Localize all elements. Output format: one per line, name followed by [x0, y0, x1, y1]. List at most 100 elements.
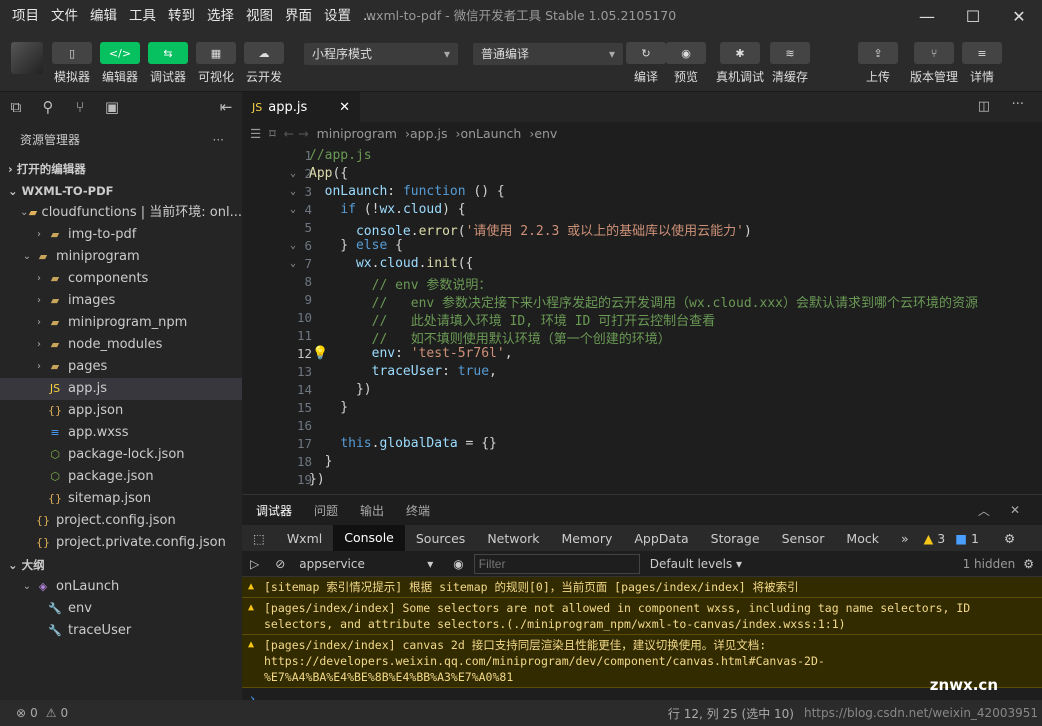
outline-item[interactable]: ⌄ ◈ onLaunch: [0, 576, 242, 598]
simulator-button[interactable]: ▯ 模拟器: [52, 42, 92, 85]
minimize-icon[interactable]: —: [904, 0, 950, 32]
error-icon[interactable]: ⊗: [0, 706, 26, 720]
tab-app-js[interactable]: JS app.js ✕: [242, 92, 360, 122]
context-select[interactable]: appservice ▾: [293, 557, 443, 571]
devtool-tab[interactable]: Console: [333, 525, 405, 551]
levels-select[interactable]: Default levels ▾: [640, 557, 752, 571]
tree-item[interactable]: ⌄ ▰ cloudfunctions | 当前环境: onl...: [0, 202, 242, 224]
clear-cache-button[interactable]: ≋ 清缓存: [770, 42, 810, 85]
visual-button[interactable]: ▦ 可视化: [196, 42, 236, 85]
outline-item[interactable]: 🔧 traceUser: [0, 620, 242, 642]
tree-item[interactable]: {} project.private.config.json: [0, 532, 242, 554]
close-panel-icon[interactable]: ✕: [1010, 503, 1020, 517]
devtool-tab[interactable]: Storage: [700, 531, 771, 546]
version-button[interactable]: ⑂ 版本管理: [910, 42, 958, 85]
code-line[interactable]: onLaunch: function () {: [309, 184, 505, 199]
files-icon[interactable]: ⧉: [0, 98, 32, 116]
devtool-tab[interactable]: Sensor: [771, 531, 836, 546]
code-line[interactable]: }: [309, 400, 348, 415]
menu-item[interactable]: 文件: [45, 0, 84, 32]
tree-item[interactable]: › ▰ miniprogram_npm: [0, 312, 242, 334]
code-line[interactable]: this.globalData = {}: [309, 436, 497, 451]
tree-item[interactable]: › ▰ images: [0, 290, 242, 312]
tree-item[interactable]: ⌄ ▰ miniprogram: [0, 246, 242, 268]
devtool-tab[interactable]: Network: [476, 531, 550, 546]
cursor-position[interactable]: 行 12, 列 25 (选中 10): [668, 705, 804, 722]
code-line[interactable]: env: 'test-5r76l',: [309, 346, 513, 361]
menu-item[interactable]: ...: [357, 0, 382, 32]
outline-item[interactable]: 🔧 env: [0, 598, 242, 620]
tab-debugger[interactable]: 调试器: [256, 502, 292, 519]
details-button[interactable]: ≡ 详情: [962, 42, 1002, 85]
list-icon[interactable]: ☰: [250, 126, 261, 141]
maximize-icon[interactable]: ☐: [950, 0, 996, 32]
code-line[interactable]: }): [309, 472, 325, 487]
menu-item[interactable]: 设置: [318, 0, 357, 32]
code-line[interactable]: // env 参数决定接下来小程序发起的云开发调用（wx.cloud.xxx）会…: [309, 292, 978, 311]
menu-item[interactable]: 项目: [6, 0, 45, 32]
debugger-button[interactable]: ⇆ 调试器: [148, 42, 188, 85]
project-section[interactable]: ⌄ WXML-TO-PDF: [0, 180, 242, 202]
devtool-tab[interactable]: Wxml: [276, 531, 333, 546]
code-line[interactable]: }: [309, 454, 333, 469]
tree-item[interactable]: {} project.config.json: [0, 510, 242, 532]
code-line[interactable]: }): [309, 382, 372, 397]
warning-status-icon[interactable]: ⚠: [38, 706, 57, 720]
menu-item[interactable]: 选择: [201, 0, 240, 32]
upload-button[interactable]: ⇪ 上传: [858, 42, 898, 85]
code-line[interactable]: App({: [309, 166, 348, 181]
devtool-tab[interactable]: Memory: [551, 531, 624, 546]
tree-item[interactable]: › ▰ pages: [0, 356, 242, 378]
more-actions-icon[interactable]: ···: [1012, 97, 1024, 112]
tree-item[interactable]: {} app.json: [0, 400, 242, 422]
tree-item[interactable]: JS app.js: [0, 378, 242, 400]
close-icon[interactable]: ✕: [996, 0, 1042, 32]
settings-icon[interactable]: ⚙: [993, 531, 1026, 546]
menu-item[interactable]: 视图: [240, 0, 279, 32]
sidebar-toggle-icon[interactable]: ▷: [242, 557, 267, 571]
menu-item[interactable]: 编辑: [84, 0, 123, 32]
clear-console-icon[interactable]: ⊘: [267, 557, 293, 571]
menu-item[interactable]: 工具: [123, 0, 162, 32]
tree-item[interactable]: › ▰ node_modules: [0, 334, 242, 356]
maximize-panel-icon[interactable]: ︿: [978, 502, 990, 519]
tree-item[interactable]: › ▰ img-to-pdf: [0, 224, 242, 246]
extensions-icon[interactable]: ▣: [96, 98, 128, 116]
devtool-tab[interactable]: Sources: [405, 531, 476, 546]
editor-button[interactable]: </> 编辑器: [100, 42, 140, 85]
tab-terminal[interactable]: 终端: [406, 502, 430, 519]
tree-item[interactable]: ≡ app.wxss: [0, 422, 242, 444]
outline-section[interactable]: ⌄ 大纲: [0, 554, 242, 576]
compile-mode-select[interactable]: 普通编译: [473, 43, 623, 65]
remote-debug-button[interactable]: ✱ 真机调试: [716, 42, 764, 85]
avatar[interactable]: [11, 42, 43, 74]
compile-button[interactable]: ↻ 编译: [626, 42, 666, 85]
breadcrumb-item[interactable]: env: [534, 126, 557, 141]
cloud-dev-button[interactable]: ☁ 云开发: [244, 42, 284, 85]
collapse-icon[interactable]: ⇤: [210, 98, 242, 116]
source-control-icon[interactable]: ⑂: [64, 98, 96, 116]
tree-item[interactable]: › ▰ components: [0, 268, 242, 290]
more-tabs-icon[interactable]: »: [890, 531, 920, 546]
tab-output[interactable]: 输出: [360, 502, 384, 519]
search-icon[interactable]: ⚲: [32, 98, 64, 116]
console-settings-icon[interactable]: ⚙: [1023, 557, 1042, 571]
more-icon[interactable]: ···: [213, 122, 224, 158]
code-line[interactable]: console.error('请使用 2.2.3 或以上的基础库以使用云能力'): [309, 220, 752, 239]
breadcrumb-item[interactable]: onLaunch: [460, 126, 521, 141]
code-line[interactable]: //app.js: [309, 148, 372, 163]
tree-item[interactable]: ⬡ package.json: [0, 466, 242, 488]
code-line[interactable]: // 此处请填入环境 ID, 环境 ID 可打开云控制台查看: [309, 310, 716, 329]
close-tab-icon[interactable]: ✕: [339, 100, 350, 115]
code-line[interactable]: } else {: [309, 238, 403, 253]
filter-input[interactable]: [473, 553, 640, 574]
tree-item[interactable]: ⬡ package-lock.json: [0, 444, 242, 466]
tree-item[interactable]: {} sitemap.json: [0, 488, 242, 510]
breadcrumb-item[interactable]: miniprogram: [317, 126, 397, 141]
mode-select[interactable]: 小程序模式: [304, 43, 458, 65]
menu-item[interactable]: 界面: [279, 0, 318, 32]
code-line[interactable]: // env 参数说明：: [309, 274, 492, 293]
code-line[interactable]: traceUser: true,: [309, 364, 497, 379]
inspect-icon[interactable]: ⬚: [242, 531, 276, 546]
devtool-tab[interactable]: Mock: [835, 531, 890, 546]
